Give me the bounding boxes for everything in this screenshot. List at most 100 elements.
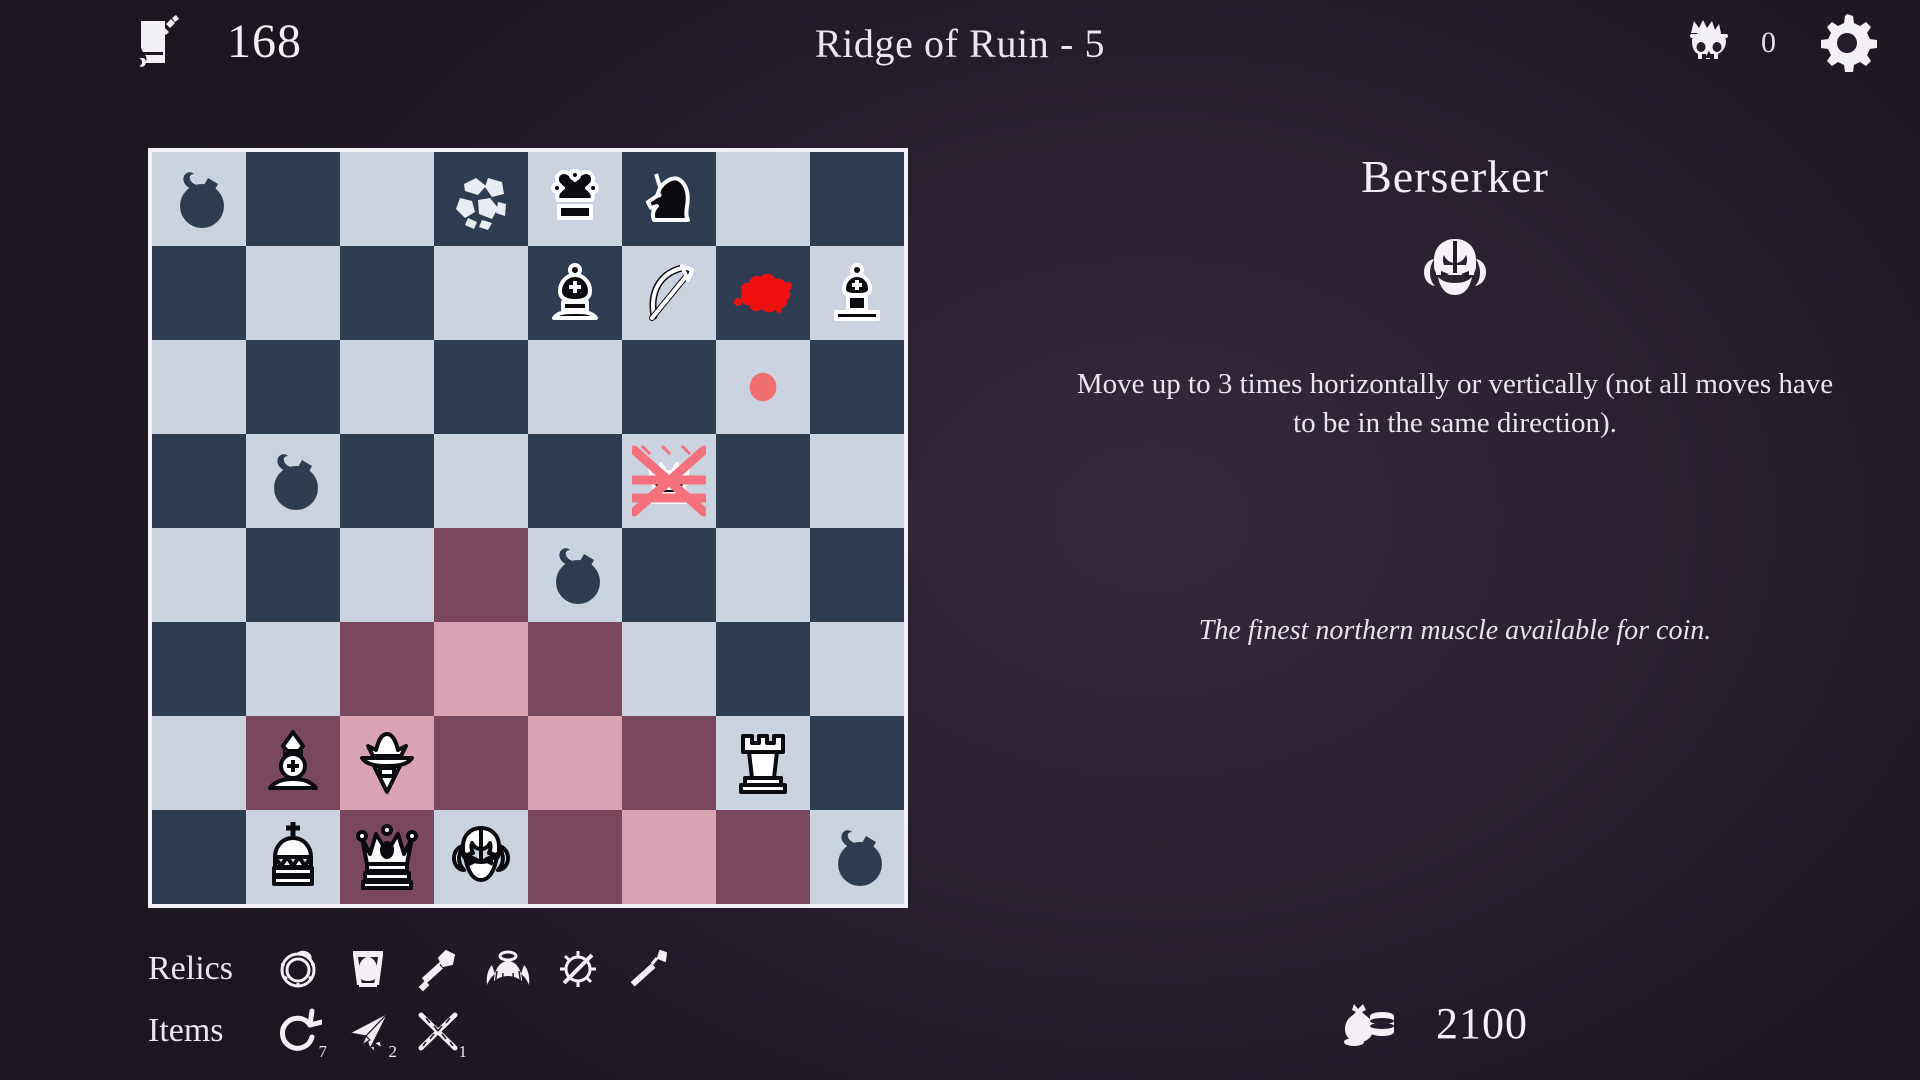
- board-square-e1[interactable]: [528, 152, 622, 246]
- chained-black-queen-piece[interactable]: [629, 444, 709, 518]
- black-jester-piece[interactable]: [538, 162, 612, 236]
- board-square-g4[interactable]: [716, 434, 810, 528]
- board-square-g6[interactable]: [716, 622, 810, 716]
- relics-list[interactable]: [270, 941, 676, 997]
- board-square-g8[interactable]: [716, 810, 810, 904]
- board-square-a4[interactable]: [152, 434, 246, 528]
- board-square-d8[interactable]: [434, 810, 528, 904]
- board-square-b3[interactable]: [246, 340, 340, 434]
- bomb-piece[interactable]: [538, 538, 612, 612]
- board-square-c2[interactable]: [340, 246, 434, 340]
- board-square-e2[interactable]: [528, 246, 622, 340]
- board-square-e3[interactable]: [528, 340, 622, 434]
- white-bishop-piece[interactable]: [256, 726, 330, 800]
- board-square-c4[interactable]: [340, 434, 434, 528]
- black-pawn-piece[interactable]: [820, 256, 894, 330]
- board-square-e7[interactable]: [528, 716, 622, 810]
- blood-splat-piece[interactable]: [726, 256, 800, 330]
- board-square-f3[interactable]: [622, 340, 716, 434]
- red-dot-piece[interactable]: [732, 356, 794, 418]
- bell-icon[interactable]: [340, 941, 396, 997]
- bomb-piece[interactable]: [820, 820, 894, 894]
- board-square-a2[interactable]: [152, 246, 246, 340]
- board-square-f6[interactable]: [622, 622, 716, 716]
- black-bishop-piece[interactable]: [538, 256, 612, 330]
- board-square-d4[interactable]: [434, 434, 528, 528]
- board-square-e8[interactable]: [528, 810, 622, 904]
- board-square-d1[interactable]: [434, 152, 528, 246]
- board-square-h2[interactable]: [810, 246, 904, 340]
- board-square-c5[interactable]: [340, 528, 434, 622]
- board-square-b1[interactable]: [246, 152, 340, 246]
- board-square-c7[interactable]: [340, 716, 434, 810]
- board-square-a6[interactable]: [152, 622, 246, 716]
- scepter-icon[interactable]: [410, 941, 466, 997]
- board-square-d2[interactable]: [434, 246, 528, 340]
- board-square-d3[interactable]: [434, 340, 528, 434]
- bow-piece[interactable]: [632, 256, 706, 330]
- board-square-b8[interactable]: [246, 810, 340, 904]
- crossed-chains-icon[interactable]: 1: [410, 1003, 468, 1061]
- board-square-a5[interactable]: [152, 528, 246, 622]
- board-square-h6[interactable]: [810, 622, 904, 716]
- relics-label: Relics: [148, 950, 233, 987]
- chess-board[interactable]: [152, 152, 904, 904]
- gear-icon[interactable]: [1816, 12, 1878, 74]
- rubble-piece[interactable]: [444, 162, 518, 236]
- board-square-g3[interactable]: [716, 340, 810, 434]
- board-square-h3[interactable]: [810, 340, 904, 434]
- skull-count: 0: [1761, 26, 1776, 59]
- board-square-b4[interactable]: [246, 434, 340, 528]
- black-unicorn-piece[interactable]: [632, 162, 706, 236]
- board-square-c1[interactable]: [340, 152, 434, 246]
- board-square-a1[interactable]: [152, 152, 246, 246]
- board-square-h8[interactable]: [810, 810, 904, 904]
- board-square-g7[interactable]: [716, 716, 810, 810]
- board-square-h1[interactable]: [810, 152, 904, 246]
- board-square-a3[interactable]: [152, 340, 246, 434]
- crowned-skull-icon: [1683, 17, 1735, 69]
- paper-dart-icon[interactable]: 2: [340, 1003, 397, 1061]
- board-square-g2[interactable]: [716, 246, 810, 340]
- board-square-b6[interactable]: [246, 622, 340, 716]
- undo-arrow-icon[interactable]: 7: [270, 1003, 327, 1061]
- white-rook-piece[interactable]: [726, 726, 800, 800]
- board-square-e5[interactable]: [528, 528, 622, 622]
- board-square-c6[interactable]: [340, 622, 434, 716]
- slashed-sun-icon[interactable]: [550, 941, 606, 997]
- board-square-f1[interactable]: [622, 152, 716, 246]
- board-square-h5[interactable]: [810, 528, 904, 622]
- board-square-f4[interactable]: [622, 434, 716, 528]
- board-square-a8[interactable]: [152, 810, 246, 904]
- board-square-f2[interactable]: [622, 246, 716, 340]
- white-queen-piece[interactable]: [350, 820, 424, 894]
- board-square-b2[interactable]: [246, 246, 340, 340]
- board-square-g1[interactable]: [716, 152, 810, 246]
- pickaxe-icon[interactable]: [620, 941, 676, 997]
- item-count: 1: [458, 1042, 468, 1061]
- board-square-b5[interactable]: [246, 528, 340, 622]
- white-berserker-piece[interactable]: [444, 820, 518, 894]
- board-square-g5[interactable]: [716, 528, 810, 622]
- board-square-d5[interactable]: [434, 528, 528, 622]
- board-square-c3[interactable]: [340, 340, 434, 434]
- board-square-b7[interactable]: [246, 716, 340, 810]
- board-square-e4[interactable]: [528, 434, 622, 528]
- board-square-d7[interactable]: [434, 716, 528, 810]
- board-square-f7[interactable]: [622, 716, 716, 810]
- ouroboros-ring-icon[interactable]: [270, 941, 326, 997]
- board-square-d6[interactable]: [434, 622, 528, 716]
- bomb-piece[interactable]: [256, 444, 330, 518]
- white-wizard-piece[interactable]: [350, 726, 424, 800]
- board-square-h7[interactable]: [810, 716, 904, 810]
- board-square-c8[interactable]: [340, 810, 434, 904]
- board-square-a7[interactable]: [152, 716, 246, 810]
- board-square-f5[interactable]: [622, 528, 716, 622]
- white-king-piece[interactable]: [256, 820, 330, 894]
- board-square-f8[interactable]: [622, 810, 716, 904]
- board-square-e6[interactable]: [528, 622, 622, 716]
- winged-halo-icon[interactable]: [480, 941, 536, 997]
- board-square-h4[interactable]: [810, 434, 904, 528]
- items-list[interactable]: 7 2 1: [270, 1003, 468, 1061]
- bomb-piece[interactable]: [162, 162, 236, 236]
